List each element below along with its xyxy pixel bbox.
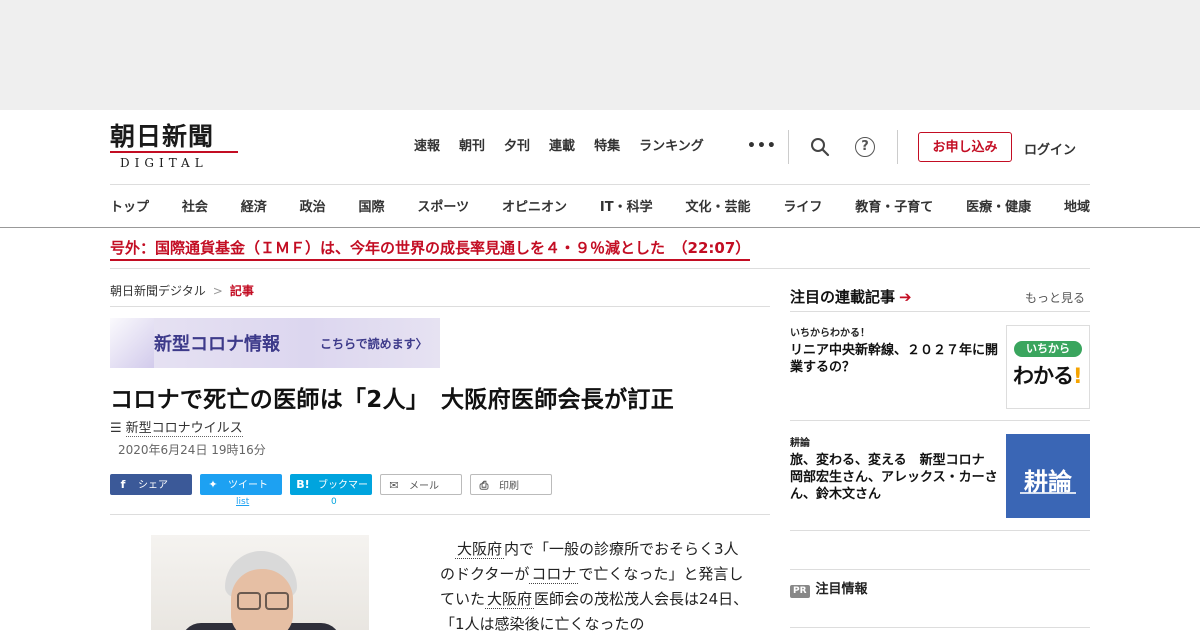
- article-paragraph: 大阪府 内で「一般の診療所でおそらく3人のドクターが コロナ で亡くなった」と発言して…: [440, 537, 750, 637]
- pr-label: 注目情報: [815, 582, 868, 597]
- banner-decoration: [110, 318, 154, 368]
- topic-link[interactable]: 新型コロナウイルス: [125, 421, 243, 437]
- banner-title: 新型コロナ情報: [154, 334, 280, 355]
- article-topic: ☰ 新型コロナウイルス: [110, 417, 243, 437]
- cat-top[interactable]: トップ: [110, 196, 149, 215]
- nav-ranking[interactable]: ランキング: [639, 138, 704, 156]
- facebook-icon: f: [120, 478, 126, 491]
- nav-rensai[interactable]: 連載: [549, 138, 575, 156]
- mail-icon: ✉: [389, 479, 399, 492]
- nav-tokushu[interactable]: 特集: [594, 138, 620, 156]
- sidebar-heading-text: 注目の連載記事: [790, 288, 896, 306]
- divider: [788, 130, 789, 164]
- mail-label: メール: [409, 481, 439, 492]
- masthead: 朝日新聞 DIGITAL 速報 朝刊 夕刊 連載 特集 ランキング ••• ? …: [0, 110, 1200, 228]
- divider: [897, 130, 898, 164]
- thumb-text: わかる!: [1013, 364, 1083, 388]
- keyword-link[interactable]: 大阪府: [455, 540, 505, 559]
- divider: [790, 627, 1090, 628]
- pr-badge: PR: [790, 585, 810, 598]
- sidebar-heading[interactable]: 注目の連載記事 ➔: [790, 286, 912, 307]
- sidebar-article[interactable]: 耕論 旅、変わる、変える 新型コロナ 岡部宏生さん、アレックス・カーさん、鈴木文…: [790, 434, 1090, 518]
- hatena-icon: B!: [296, 478, 310, 491]
- divider: [0, 227, 1200, 228]
- cat-culture[interactable]: 文化・芸能: [685, 196, 750, 215]
- cat-region[interactable]: 地域: [1064, 196, 1090, 215]
- divider: [110, 184, 1090, 185]
- keyword-link[interactable]: コロナ: [529, 565, 579, 584]
- divider: [790, 311, 1090, 312]
- sidebar-article[interactable]: いちからわかる！ リニア中央新幹線、２０２７年に開業するの？ いちから わかる!: [790, 324, 1090, 409]
- divider: [790, 569, 1090, 570]
- logo-title: 朝日新聞: [110, 122, 215, 151]
- hatena-bookmark-button[interactable]: B! ブックマーク: [290, 474, 372, 512]
- logo-subtitle: DIGITAL: [120, 156, 208, 170]
- breaking-news-link[interactable]: 号外：国際通貨基金（ＩＭＦ）は、今年の世界の成長率見通しを４・９％減とした （2…: [110, 238, 751, 261]
- article-date: 2020年6月24日 19時16分: [118, 443, 266, 457]
- breadcrumb-current: 記事: [229, 284, 254, 298]
- help-icon[interactable]: ?: [855, 137, 875, 157]
- nav-choukan[interactable]: 朝刊: [459, 138, 485, 156]
- breadcrumb-home[interactable]: 朝日新聞デジタル: [110, 284, 206, 298]
- cat-international[interactable]: 国際: [359, 196, 385, 215]
- divider: [790, 420, 1090, 421]
- banner-link: こちらで読めます〉: [320, 337, 428, 351]
- login-link[interactable]: ログイン: [1024, 139, 1076, 158]
- article-headline: コロナで死亡の医師は「2人」 大阪府医師会長が訂正: [110, 387, 675, 413]
- list-icon: ☰: [110, 421, 122, 436]
- photo-glasses-left: [237, 592, 261, 610]
- breadcrumb: 朝日新聞デジタル > 記事: [110, 282, 254, 299]
- sidebar-thumbnail[interactable]: 耕論: [1006, 434, 1090, 518]
- divider: [110, 306, 770, 307]
- site-logo[interactable]: 朝日新聞 DIGITAL: [110, 123, 240, 173]
- print-label: 印刷: [499, 481, 519, 492]
- cat-health[interactable]: 医療・健康: [966, 196, 1031, 215]
- breadcrumb-separator: >: [212, 284, 223, 298]
- nav-sokuho[interactable]: 速報: [414, 138, 440, 156]
- cat-society[interactable]: 社会: [182, 196, 208, 215]
- article-photo[interactable]: [151, 535, 369, 630]
- nav-yukan[interactable]: 夕刊: [504, 138, 530, 156]
- pr-section-heading: PR 注目情報: [790, 578, 868, 598]
- sidebar-title[interactable]: リニア中央新幹線、２０２７年に開業するの？: [790, 342, 1000, 376]
- sidebar-thumbnail[interactable]: いちから わかる!: [1006, 325, 1090, 409]
- cat-it-science[interactable]: IT・科学: [600, 196, 653, 215]
- sidebar-title[interactable]: 旅、変わる、変える 新型コロナ 岡部宏生さん、アレックス・カーさん、鈴木文さん: [790, 452, 1000, 503]
- divider: [110, 514, 770, 515]
- divider: [110, 268, 1090, 269]
- thumb-underline: [1020, 492, 1076, 494]
- facebook-share-label: シェア: [138, 480, 168, 491]
- print-icon: ⎙: [479, 479, 489, 492]
- category-nav: トップ 社会 経済 政治 国際 スポーツ オピニオン IT・科学 文化・芸能 ラ…: [110, 196, 1090, 215]
- subscribe-button[interactable]: お申し込み: [918, 132, 1012, 162]
- ad-banner-area: [0, 0, 1200, 110]
- twitter-share-label: ツイート: [228, 480, 268, 491]
- article-body: 大阪府 内で「一般の診療所でおそらく3人のドクターが コロナ で亡くなった」と発言して…: [440, 537, 750, 637]
- search-icon[interactable]: [810, 137, 830, 157]
- more-menu-icon[interactable]: •••: [747, 138, 777, 154]
- cat-economy[interactable]: 経済: [241, 196, 267, 215]
- cat-politics[interactable]: 政治: [300, 196, 326, 215]
- corona-info-banner[interactable]: 新型コロナ情報 こちらで読めます〉: [110, 318, 440, 368]
- print-button[interactable]: ⎙ 印刷: [470, 474, 552, 495]
- twitter-share-button[interactable]: ✦ ツイート: [200, 474, 282, 495]
- cat-sports[interactable]: スポーツ: [417, 196, 469, 215]
- logo-underline: [110, 151, 238, 153]
- cat-education[interactable]: 教育・子育て: [855, 196, 933, 215]
- hatena-count[interactable]: 0: [331, 497, 337, 507]
- twitter-bird-icon: ✦: [208, 478, 218, 491]
- photo-glasses-right: [265, 592, 289, 610]
- arrow-right-icon: ➔: [899, 288, 912, 306]
- facebook-share-button[interactable]: f シェア: [110, 474, 192, 495]
- keyword-link[interactable]: 大阪府: [485, 590, 535, 609]
- sidebar-more-link[interactable]: もっと見る: [1025, 289, 1085, 306]
- cat-opinion[interactable]: オピニオン: [502, 196, 567, 215]
- twitter-count[interactable]: list: [236, 497, 249, 507]
- top-nav: 速報 朝刊 夕刊 連載 特集 ランキング: [414, 138, 723, 156]
- cat-life[interactable]: ライフ: [783, 196, 822, 215]
- thumb-pill: いちから: [1014, 341, 1082, 357]
- mail-share-button[interactable]: ✉ メール: [380, 474, 462, 495]
- divider: [790, 530, 1090, 531]
